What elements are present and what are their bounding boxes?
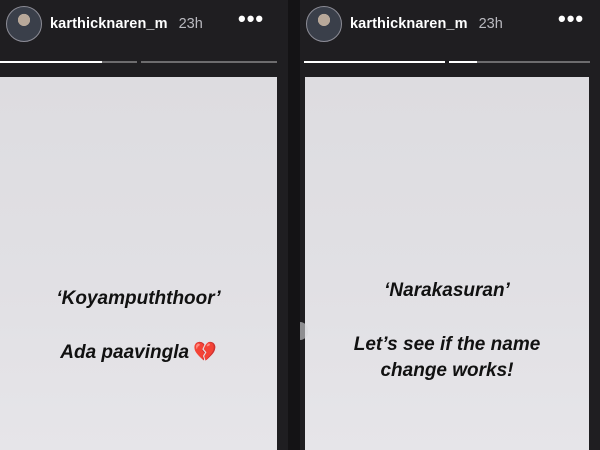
story-panel-left: karthicknaren_m 23h ••• ‘Koyampuththoor’… (0, 0, 288, 450)
story-progress (0, 61, 277, 63)
story-quote: ‘Koyampuththoor’ (56, 288, 221, 309)
timestamp: 23h (178, 16, 203, 32)
story-header: karthicknaren_m 23h (300, 0, 600, 48)
timestamp: 23h (478, 16, 503, 32)
story-progress (304, 61, 590, 63)
panel-divider (288, 0, 300, 450)
story-card[interactable]: ‘Koyampuththoor’ Ada paavingla 💔 (0, 77, 277, 450)
more-options-icon[interactable]: ••• (238, 8, 264, 30)
story-card[interactable]: ‘Narakasuran’ Let’s see if the name chan… (305, 77, 589, 450)
story-quote: ‘Narakasuran’ (384, 280, 510, 301)
username[interactable]: karthicknaren_m (50, 16, 168, 32)
caption-text: Ada paavingla (60, 342, 190, 363)
avatar[interactable] (6, 6, 42, 42)
broken-heart-icon: 💔 (193, 342, 217, 363)
progress-segment (0, 61, 137, 63)
avatar[interactable] (306, 6, 342, 42)
story-caption-line-1: Let’s see if the name (353, 334, 541, 355)
username[interactable]: karthicknaren_m (350, 16, 468, 32)
progress-segment (140, 61, 277, 63)
story-caption-line-2: change works! (380, 360, 514, 381)
more-options-icon[interactable]: ••• (558, 8, 584, 30)
progress-segment (449, 61, 590, 63)
story-caption: Ada paavingla 💔 (0, 341, 277, 365)
progress-segment (304, 61, 445, 63)
